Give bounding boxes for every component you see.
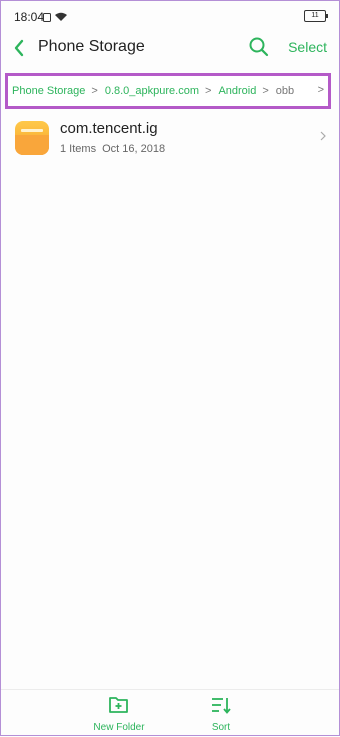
wifi-icon — [54, 9, 68, 27]
item-date: Oct 16, 2018 — [102, 143, 166, 155]
screen-frame — [0, 0, 340, 736]
select-button[interactable]: Select — [288, 39, 327, 55]
page-title: Phone Storage — [38, 38, 145, 55]
status-time: 18:04 — [14, 10, 45, 24]
bottom-toolbar: New Folder Sort — [0, 689, 340, 737]
header-bar: Phone Storage Select — [0, 34, 340, 64]
breadcrumb-separator: > — [91, 85, 98, 97]
breadcrumb-item-android[interactable]: Android — [218, 85, 256, 97]
folder-icon — [15, 121, 49, 155]
battery-indicator: 11 — [304, 10, 328, 22]
breadcrumb-separator: > — [317, 84, 324, 96]
item-name: com.tencent.ig — [60, 120, 158, 137]
new-folder-button[interactable]: New Folder — [90, 695, 148, 733]
sort-button[interactable]: Sort — [200, 695, 242, 733]
new-folder-label: New Folder — [93, 722, 145, 733]
notification-icon — [43, 9, 51, 27]
breadcrumb-item-apkpure[interactable]: 0.8.0_apkpure.com — [105, 85, 199, 97]
back-arrow-icon[interactable] — [11, 36, 29, 60]
search-icon[interactable] — [247, 35, 271, 59]
breadcrumb: Phone Storage > 0.8.0_apkpure.com > Andr… — [5, 73, 331, 109]
status-bar: 18:04 11 — [0, 0, 340, 34]
new-folder-icon — [108, 695, 130, 720]
item-count: 1 Items — [60, 143, 97, 155]
list-item[interactable]: com.tencent.ig 1 Items Oct 16, 2018 — [0, 116, 340, 162]
breadcrumb-item-phone-storage[interactable]: Phone Storage — [12, 85, 85, 97]
breadcrumb-item-obb[interactable]: obb — [276, 85, 294, 97]
sort-icon — [210, 695, 232, 720]
breadcrumb-separator: > — [205, 85, 212, 97]
sort-label: Sort — [211, 722, 231, 733]
breadcrumb-separator: > — [262, 85, 269, 97]
item-meta: 1 Items Oct 16, 2018 — [60, 143, 165, 155]
status-icons — [43, 9, 68, 27]
chevron-right-icon — [320, 130, 326, 144]
